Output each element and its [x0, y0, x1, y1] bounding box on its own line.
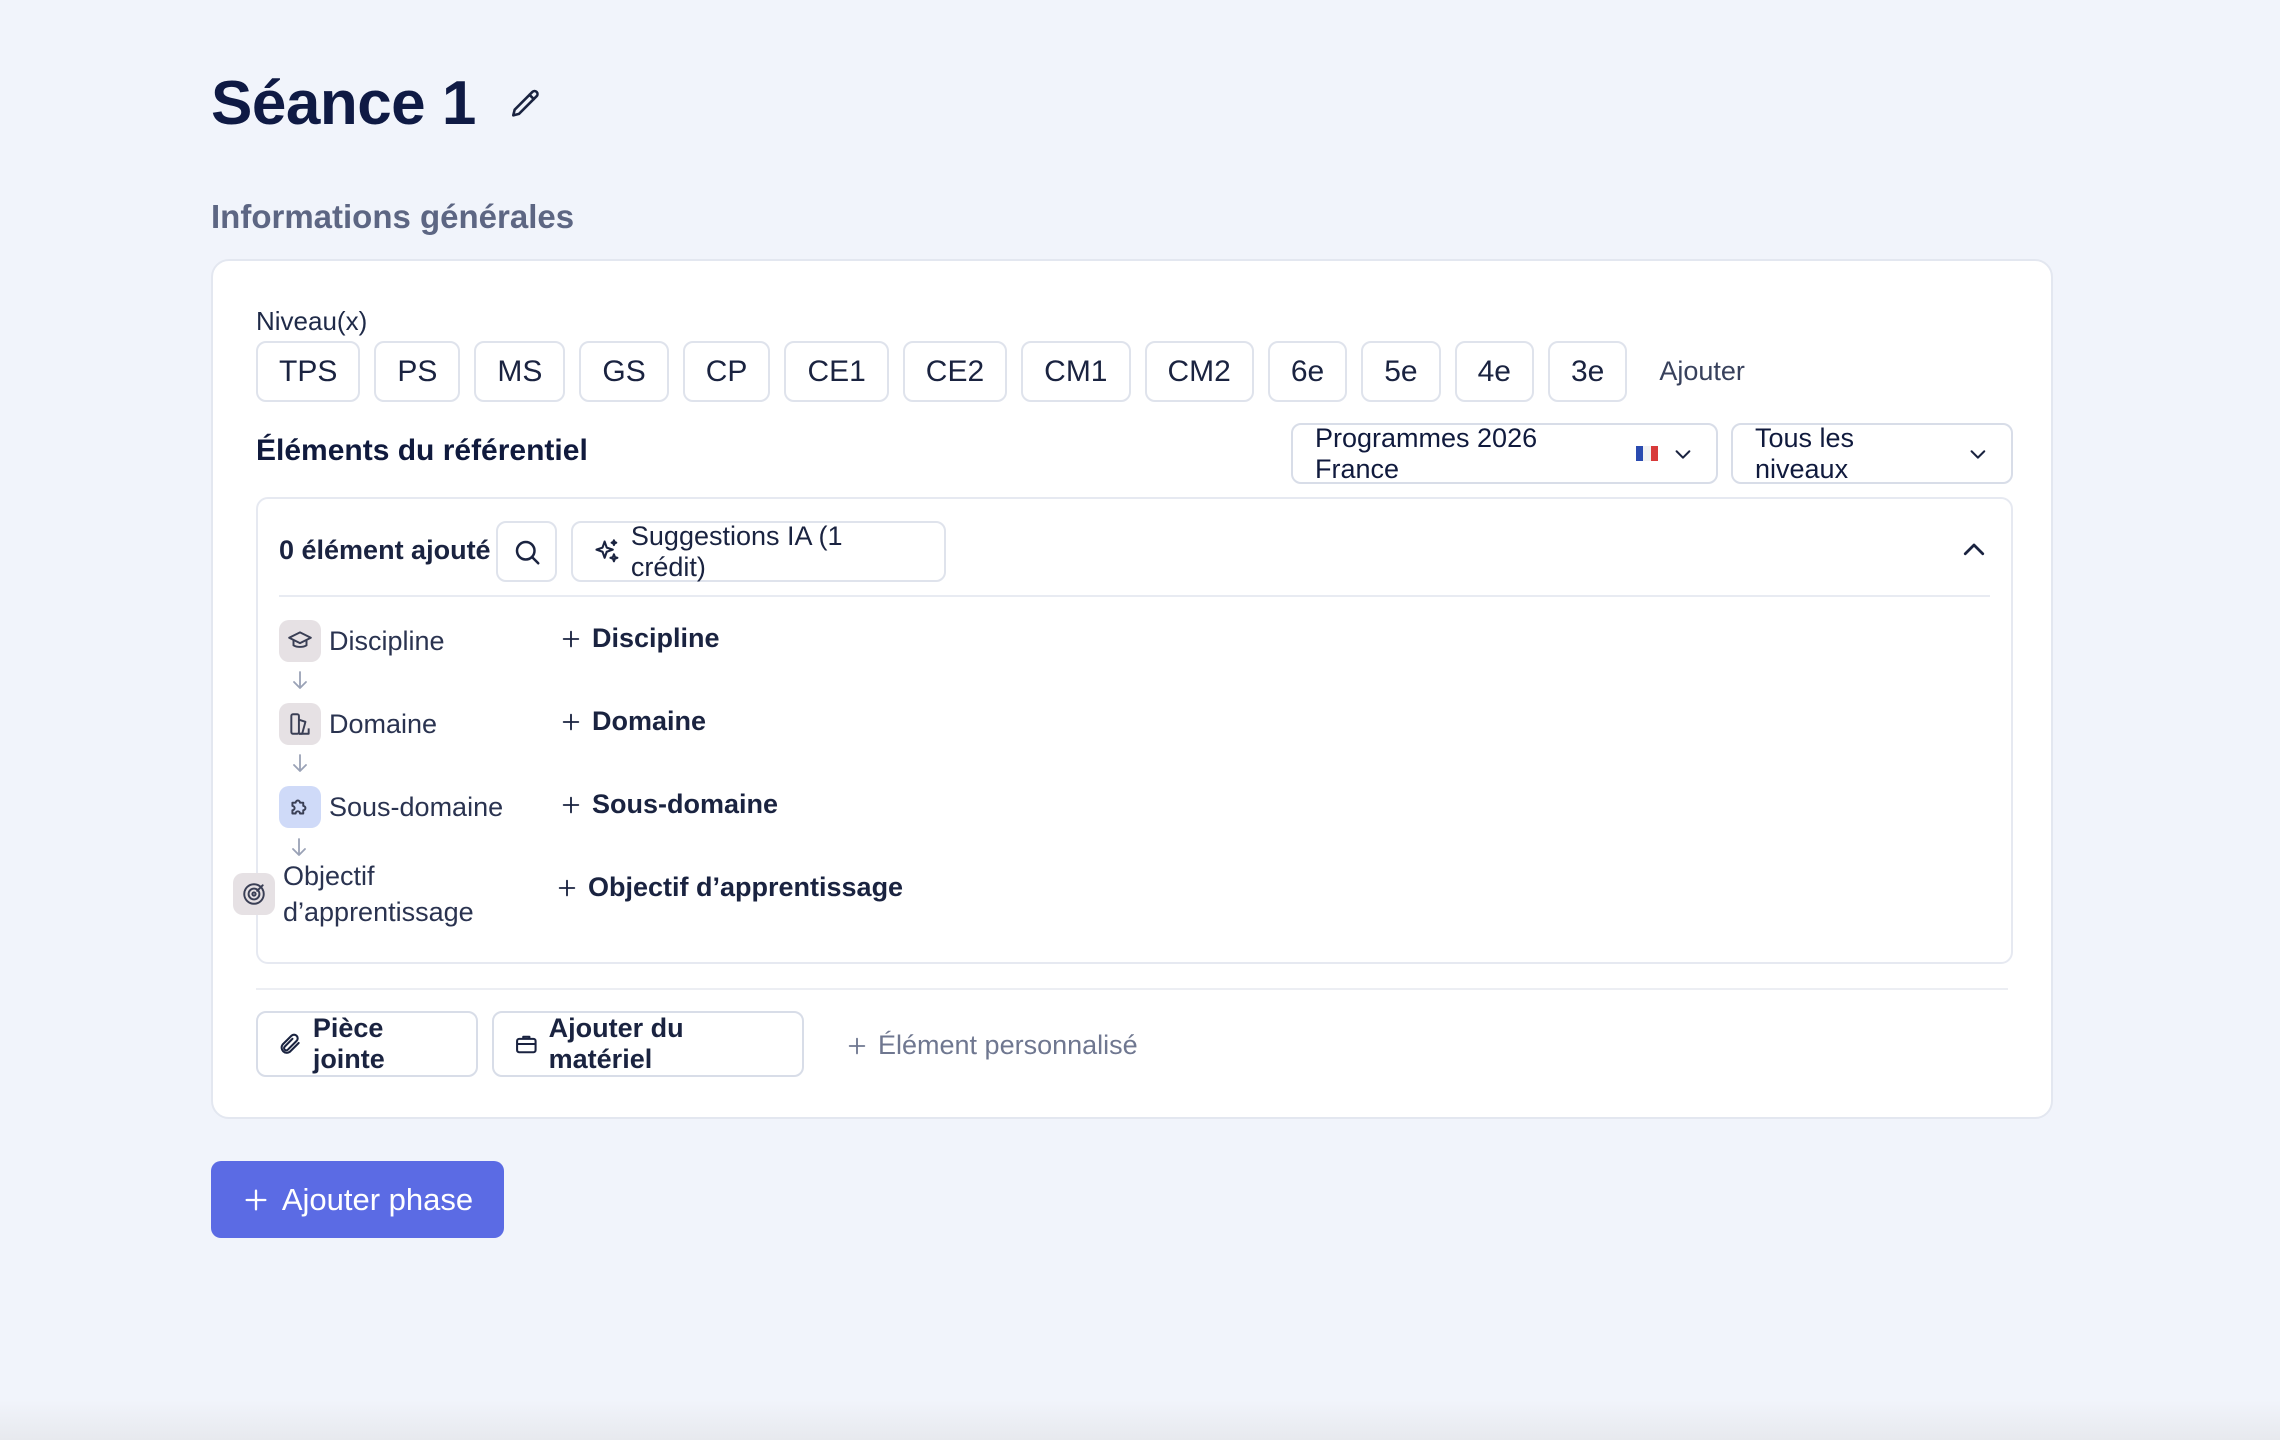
add-material-label: Ajouter du matériel	[548, 1013, 684, 1074]
chevron-up-icon	[1963, 543, 1985, 556]
hierarchy-label: Domaine	[329, 709, 438, 739]
title-row: Séance 1	[211, 68, 546, 140]
level-chip-cm2[interactable]: CM2	[1144, 341, 1254, 402]
search-button[interactable]	[496, 521, 557, 582]
bottom-shade	[0, 1400, 2280, 1440]
graduation-cap-icon	[279, 620, 321, 662]
level-chip-ce2[interactable]: CE2	[902, 341, 1008, 402]
arrow-down-icon	[293, 671, 307, 689]
level-chip-6e[interactable]: 6e	[1267, 341, 1348, 402]
plus-icon	[245, 1189, 267, 1210]
referentiel-panel-header: 0 élément ajouté Suggestions IA (1 crédi…	[258, 499, 2011, 595]
level-chip-4e[interactable]: 4e	[1454, 341, 1534, 402]
level-chip-ms[interactable]: MS	[474, 341, 566, 402]
add-phase-button[interactable]: Ajouter phase	[211, 1161, 504, 1238]
paperclip-icon	[280, 1033, 300, 1054]
add-domaine-button[interactable]: Domaine	[560, 706, 706, 737]
levels-dropdown[interactable]: Tous les niveaux	[1731, 423, 2013, 484]
ai-suggestions-label: Suggestions IA (1 crédit)	[630, 520, 843, 582]
plus-icon	[562, 713, 580, 730]
level-chip-5e[interactable]: 5e	[1361, 341, 1441, 402]
level-chip-gs[interactable]: GS	[579, 341, 669, 402]
hierarchy-row-objectif: Objectif d’apprentissage	[233, 858, 474, 930]
hierarchy-label-line1: Objectif	[283, 861, 375, 891]
plus-icon	[562, 630, 580, 647]
puzzle-icon	[279, 786, 321, 828]
hierarchy-label: Discipline	[329, 626, 445, 656]
chevron-down-icon	[1970, 449, 1986, 459]
attachment-button[interactable]: Pièce jointe	[256, 1011, 478, 1077]
plus-icon	[562, 796, 580, 813]
level-chips: TPS PS MS GS CP CE1 CE2 CM1 CM2 6e 5e 4e…	[256, 341, 1745, 402]
briefcase-icon	[516, 1035, 537, 1054]
france-flag-icon	[1636, 446, 1659, 461]
arrow-down-icon	[293, 754, 307, 772]
program-dropdown[interactable]: Programmes 2026 France	[1291, 423, 1718, 484]
sparkles-icon	[595, 538, 619, 562]
referentiel-panel: 0 élément ajouté Suggestions IA (1 crédi…	[256, 497, 2013, 964]
target-icon	[233, 873, 275, 915]
add-sous-domaine-label: Sous-domaine	[592, 789, 779, 819]
hierarchy-label: Objectif d’apprentissage	[283, 858, 474, 930]
levels-dropdown-label: Tous les niveaux	[1755, 422, 1855, 484]
niveau-label: Niveau(x)	[256, 306, 368, 336]
chevron-down-icon	[1675, 449, 1691, 459]
pencil-icon	[511, 89, 539, 117]
referentiel-title: Éléments du référentiel	[256, 434, 588, 467]
ai-suggestions-button[interactable]: Suggestions IA (1 crédit)	[571, 521, 946, 582]
divider	[256, 988, 2008, 990]
attachment-label: Pièce jointe	[312, 1013, 385, 1074]
domain-icon	[279, 703, 321, 745]
add-objectif-label: Objectif d’apprentissage	[588, 872, 904, 902]
edit-title-button[interactable]	[506, 84, 546, 124]
section-label: Informations générales	[211, 198, 575, 235]
plus-icon	[848, 1037, 866, 1054]
divider	[279, 595, 1990, 597]
hierarchy-label: Sous-domaine	[329, 792, 504, 822]
add-phase-label: Ajouter phase	[281, 1181, 474, 1217]
add-discipline-label: Discipline	[592, 623, 720, 653]
page-title: Séance 1	[211, 69, 476, 138]
hierarchy-label-line2: d’apprentissage	[283, 897, 474, 927]
program-dropdown-label: Programmes 2026 France	[1315, 422, 1538, 484]
level-chip-cm1[interactable]: CM1	[1021, 341, 1131, 402]
add-discipline-button[interactable]: Discipline	[560, 623, 720, 654]
custom-element-label: Élément personnalisé	[878, 1030, 1138, 1060]
hierarchy-row-sous-domaine: Sous-domaine	[279, 786, 503, 828]
plus-icon	[558, 879, 576, 896]
search-icon	[515, 540, 539, 564]
collapse-button[interactable]	[1959, 535, 1989, 565]
level-chip-cp[interactable]: CP	[682, 341, 771, 402]
level-chip-tps[interactable]: TPS	[256, 341, 361, 402]
add-domaine-label: Domaine	[592, 706, 707, 736]
add-level-button[interactable]: Ajouter	[1659, 356, 1745, 387]
general-info-card: Niveau(x) TPS PS MS GS CP CE1 CE2 CM1 CM…	[211, 259, 2053, 1119]
level-chip-3e[interactable]: 3e	[1547, 341, 1628, 402]
hierarchy-row-domaine: Domaine	[279, 703, 437, 745]
add-material-button[interactable]: Ajouter du matériel	[492, 1011, 804, 1077]
level-chip-ce1[interactable]: CE1	[784, 341, 889, 402]
add-sous-domaine-button[interactable]: Sous-domaine	[560, 789, 778, 820]
hierarchy-row-discipline: Discipline	[279, 620, 445, 662]
element-count: 0 élément ajouté	[279, 535, 491, 565]
arrow-down-icon	[292, 838, 306, 856]
add-objectif-button[interactable]: Objectif d’apprentissage	[556, 872, 903, 903]
custom-element-button[interactable]: Élément personnalisé	[846, 1030, 1138, 1061]
level-chip-ps[interactable]: PS	[374, 341, 461, 402]
